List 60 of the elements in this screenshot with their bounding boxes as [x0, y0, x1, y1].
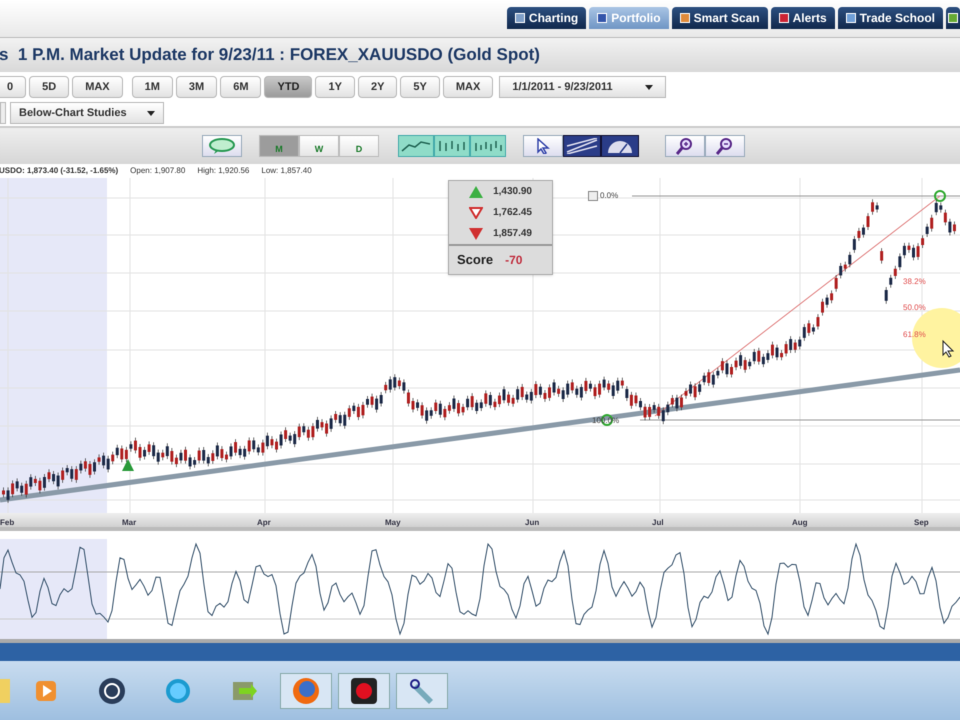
score-label: Score — [457, 251, 494, 270]
speech-bubble-icon[interactable] — [202, 135, 242, 157]
fib-level-label: 50.0% — [903, 302, 926, 314]
period-button[interactable]: 2Y — [358, 76, 398, 98]
globe-icon[interactable] — [280, 672, 332, 708]
fib-level-label: 100.0% — [592, 415, 620, 427]
month-label: May — [385, 517, 401, 529]
interval-button[interactable]: D — [339, 135, 379, 157]
caret-icon — [644, 84, 653, 90]
signal-value: 1,857.49 — [493, 227, 532, 241]
fib-level-label: 38.2% — [903, 276, 926, 288]
caret-icon — [146, 110, 155, 116]
period-button[interactable]: 3M — [176, 76, 218, 98]
nav-tab[interactable]: Smart Scan — [672, 7, 768, 29]
period-button[interactable]: 1M — [132, 76, 173, 98]
nav-tab[interactable]: Alerts — [770, 7, 835, 29]
period-button[interactable]: 5Y — [400, 76, 440, 98]
zoom-in-icon[interactable] — [665, 135, 705, 157]
draw-lines-icon[interactable] — [563, 135, 601, 157]
signal-value: 1,430.90 — [493, 185, 532, 199]
month-label: Jun — [525, 517, 540, 529]
month-label: Aug — [792, 517, 808, 529]
pointer-icon — [942, 340, 954, 358]
quote-low: Low: 1,857.40 — [261, 165, 312, 177]
quote-high: High: 1,920.56 — [197, 165, 250, 177]
chart-type-icon[interactable] — [398, 135, 434, 157]
nav-tab[interactable]: Charting — [506, 7, 586, 29]
period-button[interactable]: MAX — [72, 76, 123, 98]
up-triangle-icon — [469, 186, 483, 198]
date-range-dropdown[interactable]: 1/1/2011 - 9/23/2011 — [499, 76, 666, 98]
quote-open: Open: 1,907.80 — [130, 165, 186, 177]
studies-dropdown[interactable]: Below-Chart Studies — [10, 102, 164, 124]
month-label: Jul — [652, 517, 664, 529]
pointer-icon[interactable] — [523, 135, 563, 157]
fib-level-label: 0.0% — [600, 190, 618, 202]
period-button[interactable]: YTD — [264, 76, 312, 98]
month-label: Mar — [122, 517, 136, 529]
period-button[interactable]: 6M — [220, 76, 262, 98]
chart-type-icon[interactable] — [470, 135, 506, 157]
chart-type-icon[interactable] — [434, 135, 470, 157]
month-label: Feb — [0, 517, 14, 529]
down-triangle-icon — [469, 228, 483, 240]
nav-tab[interactable] — [946, 7, 960, 29]
period-button[interactable]: 1Y — [315, 76, 355, 98]
signal-triangle-icon — [122, 459, 134, 471]
period-button[interactable]: 5D — [29, 76, 70, 98]
down-triangle-icon — [469, 206, 483, 218]
checkbox[interactable] — [588, 191, 598, 201]
interval-button[interactable]: W — [299, 135, 339, 157]
nav-tab[interactable]: Trade School — [838, 7, 943, 29]
period-button[interactable]: 0 — [0, 76, 26, 98]
record-icon[interactable] — [338, 672, 390, 708]
gauge-icon[interactable] — [601, 135, 639, 157]
month-label: Apr — [257, 517, 271, 529]
zoom-out-icon[interactable] — [705, 135, 745, 157]
month-label: Sep — [914, 517, 929, 529]
pen-icon[interactable] — [396, 672, 448, 708]
signal-value: 1,762.45 — [493, 206, 532, 220]
period-button[interactable]: MAX — [442, 76, 494, 98]
score-value: -70 — [505, 252, 522, 269]
